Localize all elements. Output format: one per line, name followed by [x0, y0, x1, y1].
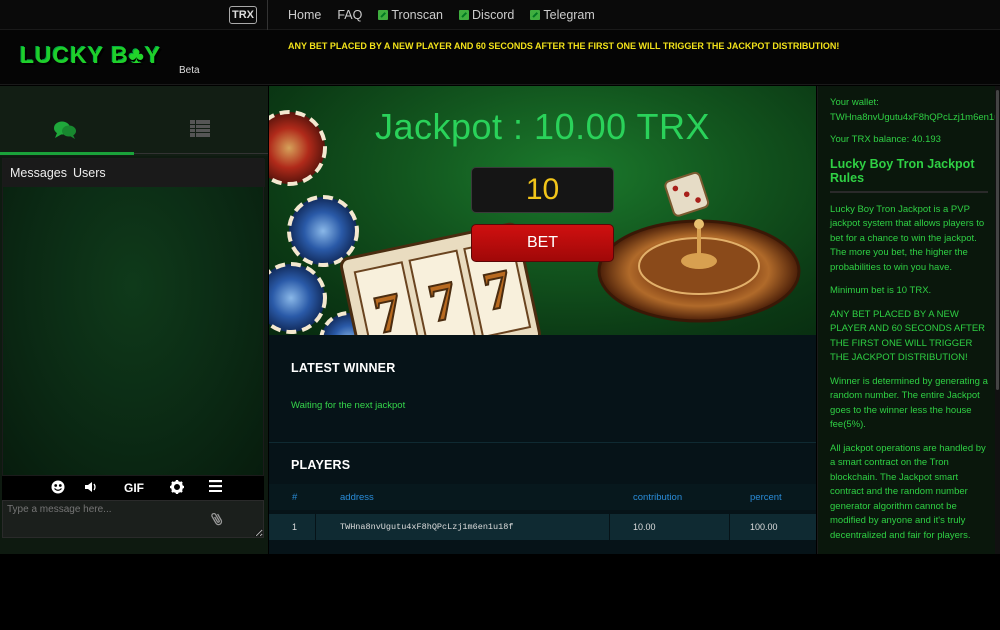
tab-messages[interactable]: Messages [10, 166, 67, 180]
game-area: 7 7 7 Jackpot : 10.00 TRX 10 BET LATEST … [269, 86, 816, 554]
jackpot-banner: 7 7 7 Jackpot : 10.00 TRX 10 BET [269, 86, 816, 335]
tab-users[interactable]: Users [73, 166, 106, 180]
nav-home-label[interactable]: Home [288, 8, 321, 22]
latest-winner-status: Waiting for the next jackpot [291, 400, 406, 411]
bet-amount-input[interactable]: 10 [471, 167, 614, 213]
logo-text-end: Y [144, 42, 162, 68]
active-tab-indicator [0, 152, 134, 155]
rule-paragraph: Winner is determined by generating a ran… [830, 375, 988, 431]
bet-button[interactable]: BET [471, 224, 614, 262]
top-nav: TRX Home FAQ Tronscan Discord Telegram [0, 0, 1000, 30]
wallet-info: Your wallet: TWHna8nvUgutu4xF8hQPcLzj1m6… [830, 96, 1000, 125]
beta-label: Beta [179, 65, 200, 76]
page-footer-blank [0, 554, 1000, 630]
user-list-icon[interactable] [190, 120, 210, 143]
nav-faq-label[interactable]: FAQ [337, 8, 362, 22]
announcement-text: ANY BET PLACED BY A NEW PLAYER AND 60 SE… [288, 41, 840, 51]
rule-paragraph: All jackpot operations are handled by a … [830, 442, 986, 541]
nav-faq[interactable]: FAQ [337, 8, 362, 22]
nav-tronscan[interactable]: Tronscan [378, 8, 443, 22]
nav-tronscan-label[interactable]: Tronscan [391, 8, 443, 22]
rules-title: Lucky Boy Tron Jackpot Rules [830, 157, 988, 193]
site-header: LUCKY B♣Y Beta ANY BET PLACED BY A NEW P… [0, 30, 1000, 85]
emoji-icon[interactable] [51, 480, 65, 497]
wallet-address: TWHna8nvUgutu4xF8hQPcLzj1m6en1u18 [830, 111, 1000, 123]
logo-text: LUCKY B [20, 42, 129, 68]
chat-header: Messages Users [3, 159, 265, 187]
rule-paragraph: Lucky Boy Tron Jackpot is a PVP jackpot … [830, 203, 985, 273]
tab-divider [134, 153, 268, 154]
cell-divider [609, 514, 610, 540]
chat-toolbar: GIF [2, 476, 264, 500]
players-table-header: # address contribution percent [269, 484, 816, 510]
trx-balance: Your TRX balance: 40.193 [830, 134, 941, 145]
cell-divider [315, 514, 316, 540]
cell-divider [729, 514, 730, 540]
external-link-icon [530, 10, 541, 20]
col-contribution: contribution [633, 492, 683, 503]
chat-tabs [0, 86, 268, 156]
nav-telegram[interactable]: Telegram [530, 8, 595, 22]
players-title: PLAYERS [291, 458, 351, 472]
external-link-icon [378, 10, 389, 20]
message-input[interactable] [2, 500, 264, 538]
nav-links: Home FAQ Tronscan Discord Telegram [288, 0, 611, 30]
nav-discord[interactable]: Discord [459, 8, 514, 22]
col-number: # [292, 492, 298, 503]
rule-paragraph: ANY BET PLACED BY A NEW PLAYER AND 60 SE… [830, 308, 986, 364]
nav-discord-label[interactable]: Discord [472, 8, 514, 22]
table-row: 1 TWHna8nvUgutu4xF8hQPcLzj1m6en1u18f 10.… [269, 514, 816, 540]
section-divider [269, 442, 816, 443]
settings-icon[interactable] [170, 480, 184, 497]
row-address: TWHna8nvUgutu4xF8hQPcLzj1m6en1u18f [340, 522, 514, 532]
sidebar-scrollbar-thumb[interactable] [996, 90, 999, 390]
nav-home[interactable]: Home [288, 8, 321, 22]
external-link-icon [459, 10, 470, 20]
col-percent: percent [750, 492, 782, 503]
jackpot-title: Jackpot : 10.00 TRX [374, 106, 710, 147]
row-number: 1 [292, 522, 298, 532]
row-percent: 100.00 [750, 522, 778, 532]
col-address: address [340, 492, 374, 503]
chat-panel: Messages Users GIF [0, 86, 268, 554]
row-contribution: 10.00 [633, 522, 656, 532]
logo[interactable]: LUCKY B♣Y [20, 42, 161, 69]
sound-icon[interactable] [84, 480, 98, 497]
gif-button[interactable]: GIF [124, 481, 144, 495]
chat-bubbles-icon[interactable] [53, 120, 77, 145]
attachment-icon[interactable] [211, 511, 223, 530]
chat-messages-area[interactable]: Messages Users [2, 158, 265, 476]
clover-icon: ♣ [128, 42, 145, 68]
info-sidebar: Your wallet: TWHna8nvUgutu4xF8hQPcLzj1m6… [817, 86, 1000, 554]
wallet-label: Your wallet: [830, 97, 879, 108]
nav-telegram-label[interactable]: Telegram [543, 8, 594, 22]
latest-winner-title: LATEST WINNER [291, 361, 396, 375]
rule-paragraph: Minimum bet is 10 TRX. [830, 285, 932, 296]
currency-selector[interactable]: TRX [229, 6, 257, 24]
menu-icon[interactable] [209, 480, 222, 495]
